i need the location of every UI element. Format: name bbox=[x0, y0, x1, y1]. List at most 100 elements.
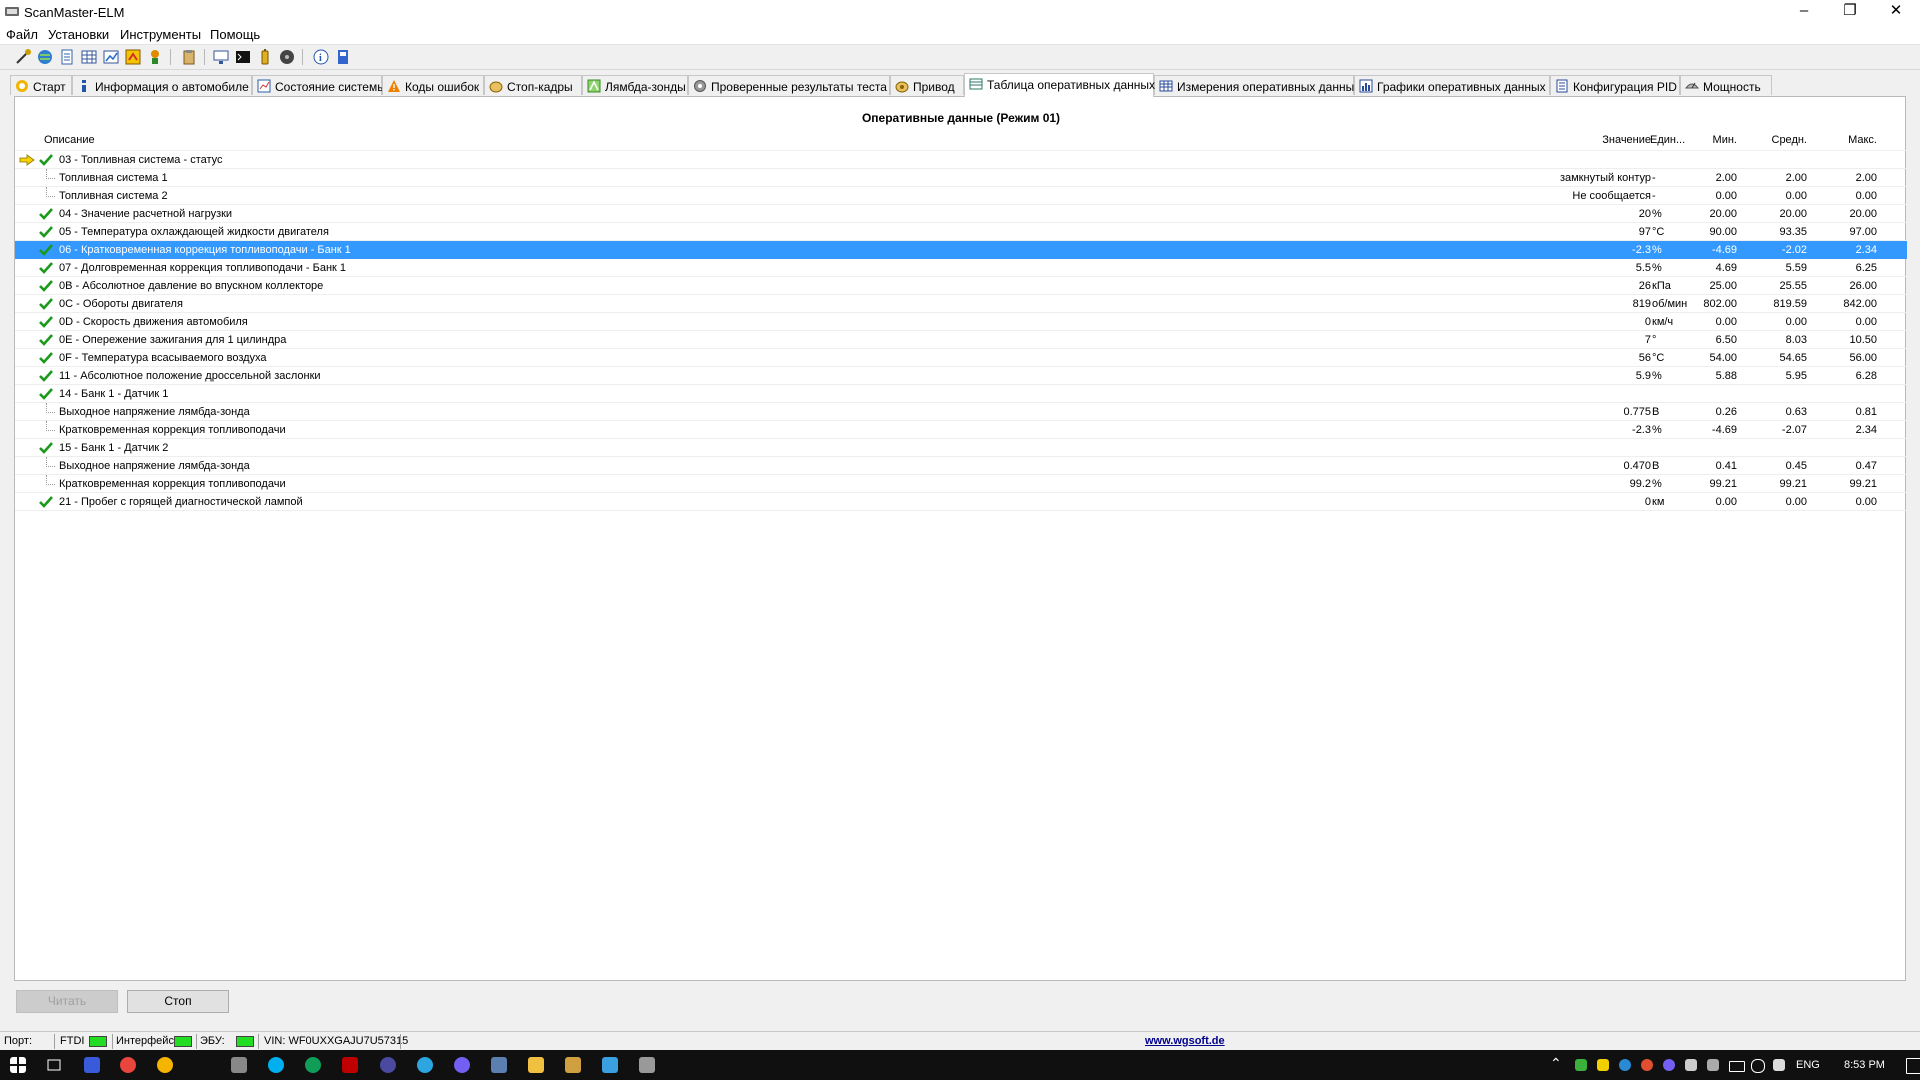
clock[interactable]: 8:53 PM bbox=[1844, 1059, 1885, 1071]
tray-icon[interactable] bbox=[1641, 1059, 1653, 1071]
menu-file[interactable]: Файл bbox=[6, 27, 38, 42]
globe-icon[interactable] bbox=[36, 48, 54, 66]
telegram-icon[interactable] bbox=[417, 1057, 433, 1073]
check-icon[interactable] bbox=[39, 333, 53, 347]
chrome-icon[interactable] bbox=[120, 1057, 136, 1073]
table-row[interactable]: 03 - Топливная система - статус bbox=[15, 151, 1907, 169]
tab-pid-config[interactable]: Конфигурация PID bbox=[1550, 75, 1680, 95]
connect-icon[interactable] bbox=[14, 48, 32, 66]
tray-icon[interactable] bbox=[1707, 1059, 1719, 1071]
check-icon[interactable] bbox=[39, 225, 53, 239]
header-description[interactable]: Описание bbox=[44, 134, 95, 146]
header-avg[interactable]: Средн. bbox=[1745, 134, 1808, 146]
check-icon[interactable] bbox=[39, 207, 53, 221]
tray-icon[interactable] bbox=[1685, 1059, 1697, 1071]
tab-system-status[interactable]: Состояние системы bbox=[252, 75, 386, 95]
wifi-icon[interactable] bbox=[1751, 1059, 1765, 1073]
scanmaster-taskbar-icon[interactable] bbox=[639, 1057, 655, 1073]
monitor-icon[interactable] bbox=[212, 48, 230, 66]
table-row[interactable]: 06 - Кратковременная коррекция топливопо… bbox=[15, 241, 1907, 259]
table-row[interactable]: Кратковременная коррекция топливоподачи 9… bbox=[15, 475, 1907, 493]
check-icon[interactable] bbox=[39, 369, 53, 383]
minimize-button[interactable]: – bbox=[1781, 0, 1827, 24]
tab-freeze-frames[interactable]: Стоп-кадры bbox=[484, 75, 582, 95]
read-button[interactable]: Читать bbox=[16, 990, 118, 1013]
table-row[interactable]: Кратковременная коррекция топливоподачи -… bbox=[15, 421, 1907, 439]
table-row[interactable]: 11 - Абсолютное положение дроссельной за… bbox=[15, 367, 1907, 385]
check-icon[interactable] bbox=[39, 279, 53, 293]
tab-start[interactable]: Старт bbox=[10, 75, 72, 95]
book-icon[interactable] bbox=[334, 48, 352, 66]
table-row[interactable]: 05 - Температура охлаждающей жидкости дв… bbox=[15, 223, 1907, 241]
chart-icon[interactable] bbox=[102, 48, 120, 66]
table-row[interactable]: Выходное напряжение лямбда-зонда 0.470 В 0.… bbox=[15, 457, 1907, 475]
header-max[interactable]: Макс. bbox=[1815, 134, 1877, 146]
check-icon[interactable] bbox=[39, 441, 53, 455]
table-row[interactable]: 21 - Пробег с горящей диагностической ла… bbox=[15, 493, 1907, 511]
menu-settings[interactable]: Установки bbox=[48, 27, 109, 42]
table-icon[interactable] bbox=[80, 48, 98, 66]
tray-icon[interactable] bbox=[1575, 1059, 1587, 1071]
taskbar-app-icon[interactable] bbox=[231, 1057, 247, 1073]
table-row[interactable]: 07 - Долговременная коррекция топливопод… bbox=[15, 259, 1907, 277]
restore-button[interactable]: ❐ bbox=[1827, 0, 1873, 24]
document-icon[interactable] bbox=[58, 48, 76, 66]
tray-chevron-icon[interactable]: ⌃ bbox=[1550, 1055, 1562, 1072]
check-icon[interactable] bbox=[39, 495, 53, 509]
disk-icon[interactable] bbox=[278, 48, 296, 66]
tab-test-results[interactable]: Проверенные результаты теста bbox=[688, 75, 890, 95]
power-icon[interactable] bbox=[146, 48, 164, 66]
filezilla-icon[interactable] bbox=[342, 1057, 358, 1073]
check-icon[interactable] bbox=[39, 387, 53, 401]
battery-icon[interactable] bbox=[256, 48, 274, 66]
table-row[interactable]: 0E - Опережение зажигания для 1 цилиндра… bbox=[15, 331, 1907, 349]
tab-actuator[interactable]: Привод bbox=[890, 75, 964, 95]
tray-icon[interactable] bbox=[1663, 1059, 1675, 1071]
table-row[interactable]: 0B - Абсолютное давление во впускном кол… bbox=[15, 277, 1907, 295]
volume-icon[interactable] bbox=[1773, 1059, 1785, 1071]
skype-icon[interactable] bbox=[268, 1057, 284, 1073]
table-row[interactable]: Топливная система 2 Не сообщается - 0.00 0.0… bbox=[15, 187, 1907, 205]
taskbar-app-icon[interactable] bbox=[380, 1057, 396, 1073]
table-row[interactable]: 0D - Скорость движения автомобиля 0 км/ч 0.… bbox=[15, 313, 1907, 331]
tab-power[interactable]: Мощность bbox=[1680, 75, 1772, 95]
taskbar-app-icon[interactable] bbox=[565, 1057, 581, 1073]
website-link[interactable]: www.wgsoft.de bbox=[1145, 1035, 1225, 1047]
taskbar-app-icon[interactable] bbox=[602, 1057, 618, 1073]
taskbar-app-icon[interactable] bbox=[84, 1057, 100, 1073]
tab-live-data-graphs[interactable]: Графики оперативных данных bbox=[1354, 75, 1550, 95]
table-row[interactable]: 0F - Температура всасываемого воздуха 56 °… bbox=[15, 349, 1907, 367]
task-view-icon[interactable] bbox=[46, 1057, 62, 1073]
tab-lambda-sensors[interactable]: Лямбда-зонды bbox=[582, 75, 688, 95]
table-row[interactable]: Топливная система 1 замкнутый контур - 2.00… bbox=[15, 169, 1907, 187]
terminal-icon[interactable] bbox=[234, 48, 252, 66]
tray-icon[interactable] bbox=[1619, 1059, 1631, 1071]
check-icon[interactable] bbox=[39, 297, 53, 311]
language-indicator[interactable]: ENG bbox=[1796, 1059, 1820, 1071]
check-icon[interactable] bbox=[39, 351, 53, 365]
check-icon[interactable] bbox=[39, 153, 53, 167]
header-value[interactable]: Значение bbox=[1545, 134, 1651, 146]
clipboard-icon[interactable] bbox=[180, 48, 198, 66]
tab-live-data-table[interactable]: Таблица оперативных данных bbox=[964, 73, 1155, 97]
taskbar-app-icon[interactable] bbox=[491, 1057, 507, 1073]
tray-icon[interactable] bbox=[1597, 1059, 1609, 1071]
file-explorer-icon[interactable] bbox=[528, 1057, 544, 1073]
table-row[interactable]: 14 - Банк 1 - Датчик 1 bbox=[15, 385, 1907, 403]
table-row[interactable]: Выходное напряжение лямбда-зонда 0.775 В 0.… bbox=[15, 403, 1907, 421]
menu-help[interactable]: Помощь bbox=[210, 27, 260, 42]
table-row[interactable]: 15 - Банк 1 - Датчик 2 bbox=[15, 439, 1907, 457]
check-icon[interactable] bbox=[39, 261, 53, 275]
viber-icon[interactable] bbox=[454, 1057, 470, 1073]
windows-start-icon[interactable] bbox=[10, 1057, 26, 1073]
check-icon[interactable] bbox=[39, 315, 53, 329]
stop-button[interactable]: Стоп bbox=[127, 990, 229, 1013]
tab-vehicle-info[interactable]: Информация о автомобиле bbox=[72, 75, 252, 95]
tab-live-data-measurements[interactable]: Измерения оперативных данных bbox=[1154, 75, 1360, 95]
check-icon[interactable] bbox=[39, 243, 53, 257]
chrome-icon[interactable] bbox=[157, 1057, 173, 1073]
taskbar-app-icon[interactable] bbox=[305, 1057, 321, 1073]
gauge-icon[interactable] bbox=[124, 48, 142, 66]
tab-error-codes[interactable]: Коды ошибок bbox=[382, 75, 484, 95]
table-row[interactable]: 04 - Значение расчетной нагрузки 20% 20.00… bbox=[15, 205, 1907, 223]
